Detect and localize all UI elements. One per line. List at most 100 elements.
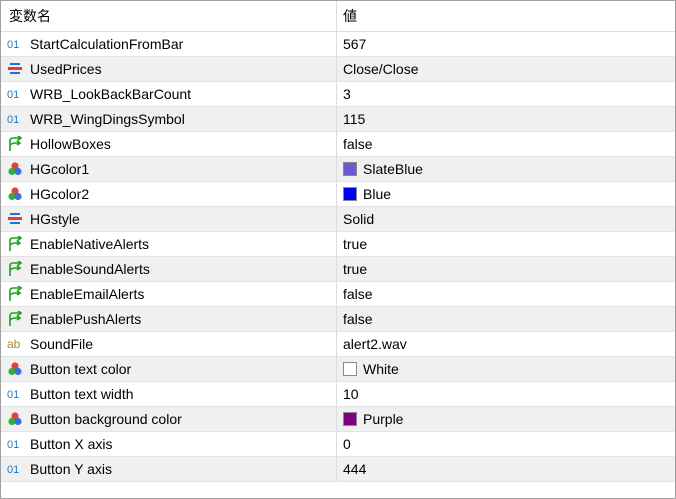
property-name: SoundFile — [30, 336, 94, 352]
property-name-cell[interactable]: ab SoundFile — [1, 332, 337, 356]
property-row[interactable]: 01 Button X axis 0 — [1, 432, 675, 457]
property-value-cell[interactable]: White — [337, 357, 675, 381]
property-name-cell[interactable]: Button background color — [1, 407, 337, 431]
property-row[interactable]: HollowBoxes false — [1, 132, 675, 157]
property-value-cell[interactable]: false — [337, 307, 675, 331]
color-icon — [7, 361, 23, 377]
color-icon — [7, 411, 23, 427]
property-value-cell[interactable]: 567 — [337, 32, 675, 56]
property-value-cell[interactable]: false — [337, 132, 675, 156]
property-name-cell[interactable]: 01 WRB_WingDingsSymbol — [1, 107, 337, 131]
property-value-cell[interactable]: true — [337, 257, 675, 281]
properties-grid: 変数名 値 01 StartCalculationFromBar 567 UsedPr… — [0, 0, 676, 499]
property-name: WRB_LookBackBarCount — [30, 86, 192, 102]
property-row[interactable]: EnableSoundAlerts true — [1, 257, 675, 282]
property-row[interactable]: HGcolor2 Blue — [1, 182, 675, 207]
property-row[interactable]: 01 WRB_WingDingsSymbol 115 — [1, 107, 675, 132]
bool-icon — [7, 236, 23, 252]
property-name-cell[interactable]: 01 Button text width — [1, 382, 337, 406]
svg-text:01: 01 — [7, 89, 19, 101]
property-name-cell[interactable]: 01 WRB_LookBackBarCount — [1, 82, 337, 106]
property-name: EnableSoundAlerts — [30, 261, 150, 277]
property-name-cell[interactable]: HollowBoxes — [1, 132, 337, 156]
property-name: HollowBoxes — [30, 136, 111, 152]
property-value: false — [343, 286, 373, 302]
property-name-cell[interactable]: UsedPrices — [1, 57, 337, 81]
int-icon: 01 — [7, 111, 23, 127]
property-row[interactable]: ab SoundFile alert2.wav — [1, 332, 675, 357]
property-row[interactable]: HGcolor1 SlateBlue — [1, 157, 675, 182]
enum-icon — [7, 211, 23, 227]
svg-text:01: 01 — [7, 39, 19, 51]
property-row[interactable]: 01 WRB_LookBackBarCount 3 — [1, 82, 675, 107]
property-name-cell[interactable]: HGcolor2 — [1, 182, 337, 206]
property-name-cell[interactable]: Button text color — [1, 357, 337, 381]
property-name-cell[interactable]: EnableSoundAlerts — [1, 257, 337, 281]
property-row[interactable]: UsedPrices Close/Close — [1, 57, 675, 82]
property-value-cell[interactable]: 115 — [337, 107, 675, 131]
property-value-cell[interactable]: 10 — [337, 382, 675, 406]
header-name[interactable]: 変数名 — [1, 1, 337, 31]
color-swatch — [343, 412, 357, 426]
property-value-cell[interactable]: false — [337, 282, 675, 306]
bool-icon — [7, 311, 23, 327]
property-name: StartCalculationFromBar — [30, 36, 184, 52]
color-icon — [7, 186, 23, 202]
property-value: 444 — [343, 461, 367, 477]
svg-text:01: 01 — [7, 439, 19, 451]
property-value: 10 — [343, 386, 359, 402]
int-icon: 01 — [7, 461, 23, 477]
property-name: EnableEmailAlerts — [30, 286, 145, 302]
property-value: SlateBlue — [363, 161, 423, 177]
property-value-cell[interactable]: Blue — [337, 182, 675, 206]
property-value-cell[interactable]: SlateBlue — [337, 157, 675, 181]
property-name-cell[interactable]: 01 Button X axis — [1, 432, 337, 456]
property-row[interactable]: 01 Button text width 10 — [1, 382, 675, 407]
property-name-cell[interactable]: EnablePushAlerts — [1, 307, 337, 331]
property-name-cell[interactable]: EnableNativeAlerts — [1, 232, 337, 256]
property-value: false — [343, 136, 373, 152]
property-value: true — [343, 261, 368, 277]
property-name-cell[interactable]: EnableEmailAlerts — [1, 282, 337, 306]
property-row[interactable]: Button text color White — [1, 357, 675, 382]
property-name: HGcolor1 — [30, 161, 90, 177]
property-name: EnableNativeAlerts — [30, 236, 150, 252]
property-value-cell[interactable]: Close/Close — [337, 57, 675, 81]
property-name-cell[interactable]: HGcolor1 — [1, 157, 337, 181]
property-value-cell[interactable]: 0 — [337, 432, 675, 456]
svg-text:01: 01 — [7, 114, 19, 126]
property-row[interactable]: EnablePushAlerts false — [1, 307, 675, 332]
property-value-cell[interactable]: alert2.wav — [337, 332, 675, 356]
property-value-cell[interactable]: Purple — [337, 407, 675, 431]
bool-icon — [7, 286, 23, 302]
property-name: WRB_WingDingsSymbol — [30, 111, 185, 127]
property-name-cell[interactable]: 01 StartCalculationFromBar — [1, 32, 337, 56]
property-name: EnablePushAlerts — [30, 311, 142, 327]
property-name-cell[interactable]: HGstyle — [1, 207, 337, 231]
int-icon: 01 — [7, 36, 23, 52]
property-value-cell[interactable]: 444 — [337, 457, 675, 481]
header-value[interactable]: 値 — [337, 1, 675, 31]
bool-icon — [7, 136, 23, 152]
property-row[interactable]: HGstyle Solid — [1, 207, 675, 232]
property-name: Button Y axis — [30, 461, 112, 477]
property-name: HGstyle — [30, 211, 80, 227]
property-value-cell[interactable]: true — [337, 232, 675, 256]
property-row[interactable]: 01 StartCalculationFromBar 567 — [1, 32, 675, 57]
property-row[interactable]: Button background color Purple — [1, 407, 675, 432]
property-value: Purple — [363, 411, 404, 427]
property-name: Button X axis — [30, 436, 113, 452]
property-name: UsedPrices — [30, 61, 102, 77]
property-value: Blue — [363, 186, 392, 202]
int-icon: 01 — [7, 386, 23, 402]
property-value-cell[interactable]: Solid — [337, 207, 675, 231]
property-row[interactable]: EnableEmailAlerts false — [1, 282, 675, 307]
property-row[interactable]: 01 Button Y axis 444 — [1, 457, 675, 482]
property-value-cell[interactable]: 3 — [337, 82, 675, 106]
property-name: Button background color — [30, 411, 182, 427]
property-value: 567 — [343, 36, 367, 52]
int-icon: 01 — [7, 86, 23, 102]
svg-text:01: 01 — [7, 389, 19, 401]
property-name-cell[interactable]: 01 Button Y axis — [1, 457, 337, 481]
property-row[interactable]: EnableNativeAlerts true — [1, 232, 675, 257]
